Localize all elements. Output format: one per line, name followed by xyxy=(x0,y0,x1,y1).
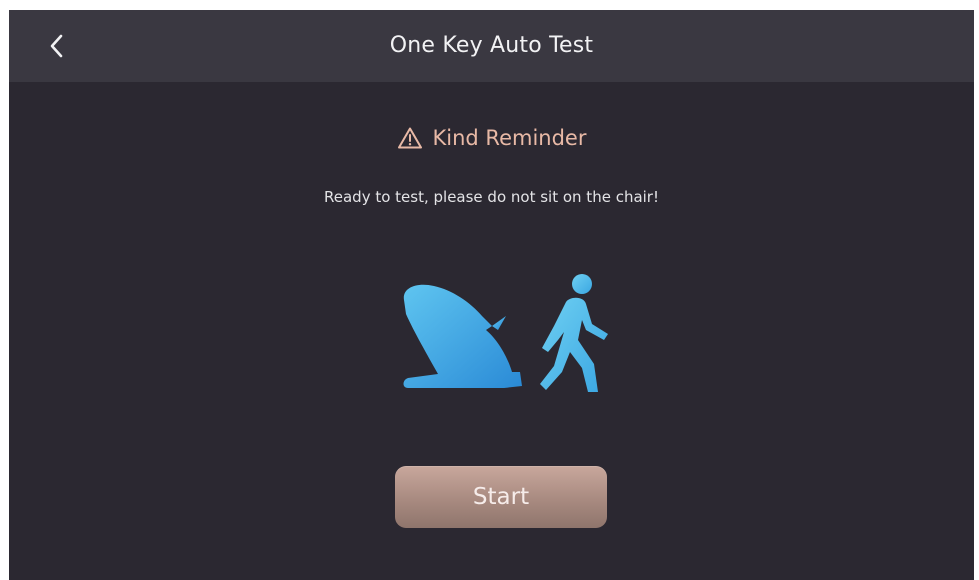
page-title: One Key Auto Test xyxy=(389,33,594,58)
walking-person-icon xyxy=(540,274,608,392)
chevron-left-icon xyxy=(50,34,63,58)
header-bar: One Key Auto Test xyxy=(9,10,974,82)
massage-chair-icon xyxy=(403,284,522,388)
back-button[interactable] xyxy=(37,26,77,66)
kind-reminder: Kind Reminder xyxy=(9,122,974,154)
reminder-title: Kind Reminder xyxy=(432,126,587,150)
start-button-label: Start xyxy=(472,484,530,510)
chair-and-person-illustration xyxy=(403,274,608,392)
warning-message: Ready to test, please do not sit on the … xyxy=(324,188,659,206)
start-button[interactable]: Start xyxy=(395,466,607,528)
app-screen: One Key Auto Test Kind Reminder Ready to… xyxy=(9,10,974,580)
warning-triangle-icon xyxy=(397,127,422,149)
